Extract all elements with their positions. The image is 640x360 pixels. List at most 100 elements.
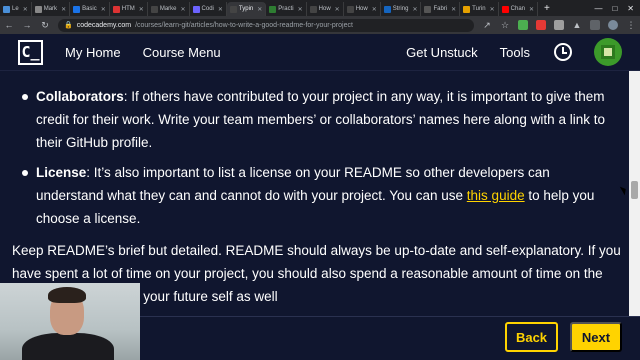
tab-close-icon[interactable]: ✕: [101, 6, 106, 13]
tab-favicon-icon: [3, 5, 10, 13]
browser-tab[interactable]: Codi ✕: [190, 2, 227, 16]
webcam-overlay: [0, 283, 140, 360]
tab-label: Chan: [510, 6, 525, 12]
back-arrow-icon[interactable]: ←: [4, 20, 14, 30]
back-button[interactable]: Back: [505, 322, 558, 352]
next-button[interactable]: Next: [570, 322, 622, 352]
sidebar-icon[interactable]: [590, 20, 600, 30]
browser-tab[interactable]: Marke ✕: [148, 2, 190, 16]
minimize-icon[interactable]: —: [594, 4, 602, 13]
browser-tab[interactable]: Fabri ✕: [421, 2, 461, 16]
browser-tab[interactable]: How ✕: [307, 2, 344, 16]
profile-avatar[interactable]: [608, 20, 618, 30]
tab-close-icon[interactable]: ✕: [451, 6, 456, 13]
tab-favicon-icon: [73, 5, 81, 13]
user-avatar[interactable]: [594, 38, 622, 66]
get-unstuck-link[interactable]: Get Unstuck: [406, 45, 478, 60]
reload-icon[interactable]: ↻: [40, 20, 50, 31]
presenter-hair: [48, 287, 86, 303]
tab-favicon-icon: [383, 5, 391, 13]
browser-tab[interactable]: How ✕: [344, 2, 381, 16]
tab-close-icon[interactable]: ✕: [335, 6, 340, 13]
tab-favicon-icon: [309, 5, 317, 13]
tab-favicon-icon: [463, 5, 471, 13]
tab-favicon-icon: [424, 5, 432, 13]
tab-label: Typin: [238, 6, 254, 12]
url-field[interactable]: 🔒 codecademy.com/courses/learn-git/artic…: [58, 18, 474, 32]
tab-close-icon[interactable]: ✕: [490, 6, 495, 13]
tab-label: Codi: [201, 6, 214, 12]
tab-close-icon[interactable]: ✕: [139, 6, 144, 13]
extension-icon[interactable]: [518, 20, 528, 30]
browser-tab[interactable]: String ✕: [381, 2, 422, 16]
browser-tab[interactable]: Typin ✕: [226, 2, 267, 16]
tab-favicon-icon: [112, 5, 120, 13]
course-menu-link[interactable]: Course Menu: [143, 45, 221, 60]
browser-tab-strip: Le ✕ Mark ✕ Basic ✕ HTM ✕ Marke ✕ Codi ✕ Typin ✕ Pract…: [0, 0, 640, 16]
tab-favicon-icon: [150, 5, 158, 13]
bullet-title: Collaborators: [36, 89, 124, 104]
codecademy-logo[interactable]: C_: [18, 39, 43, 65]
window-controls: — □ ✕: [594, 0, 640, 16]
tab-label: HTM: [121, 6, 135, 12]
tab-favicon-icon: [346, 5, 354, 13]
browser-tab[interactable]: Chan ✕: [499, 2, 539, 16]
share-icon[interactable]: ↗: [482, 20, 492, 31]
tab-close-icon[interactable]: ✕: [372, 6, 377, 13]
presenter-shoulders: [22, 333, 114, 360]
tab-close-icon[interactable]: ✕: [412, 6, 417, 13]
alarm-clock-icon[interactable]: [554, 43, 572, 61]
tab-label: Le: [12, 6, 19, 12]
browser-tab[interactable]: Mark ✕: [32, 2, 71, 16]
bullet-title: License: [36, 165, 87, 180]
tab-close-icon[interactable]: ✕: [529, 6, 534, 13]
url-host: codecademy.com: [76, 21, 132, 29]
article-content: Collaborators: If others have contribute…: [0, 71, 629, 316]
browser-tab[interactable]: Turin ✕: [460, 2, 499, 16]
tab-close-icon[interactable]: ✕: [298, 6, 303, 13]
puzzle-extensions-icon[interactable]: ▲: [572, 20, 582, 30]
extension-icon[interactable]: [536, 20, 546, 30]
readme-sections-list: Collaborators: If others have contribute…: [22, 85, 616, 237]
tab-close-icon[interactable]: ✕: [181, 6, 186, 13]
maximize-icon[interactable]: □: [612, 4, 617, 13]
tab-favicon-icon: [34, 5, 42, 13]
site-header: C_ My Home Course Menu Get Unstuck Tools: [0, 34, 640, 71]
tab-label: How: [318, 6, 331, 12]
tab-favicon-icon: [192, 5, 200, 13]
tab-favicon-icon: [229, 5, 237, 13]
tab-label: Practi: [278, 6, 294, 12]
this-guide-link[interactable]: this guide: [467, 188, 525, 203]
url-path: /courses/learn-git/articles/how-to-write…: [135, 21, 353, 29]
tab-label: Marke: [159, 6, 177, 12]
list-item-license: License: It’s also important to list a l…: [22, 161, 616, 230]
tab-favicon-icon: [269, 5, 277, 13]
scrollbar-thumb[interactable]: [631, 181, 638, 199]
tab-label: Mark: [43, 6, 58, 12]
extension-icon[interactable]: [554, 20, 564, 30]
tools-link[interactable]: Tools: [500, 45, 530, 60]
page-scrollbar[interactable]: [629, 71, 640, 316]
tab-close-icon[interactable]: ✕: [218, 6, 223, 13]
my-home-link[interactable]: My Home: [65, 45, 121, 60]
tab-label: How: [355, 6, 368, 12]
tab-label: Basic: [82, 6, 97, 12]
browser-tab[interactable]: Le ✕: [0, 2, 32, 16]
tab-favicon-icon: [501, 5, 509, 13]
new-tab-button[interactable]: +: [538, 3, 556, 14]
close-window-icon[interactable]: ✕: [627, 4, 634, 13]
list-item-collaborators: Collaborators: If others have contribute…: [22, 85, 616, 154]
tab-close-icon[interactable]: ✕: [61, 6, 66, 13]
lock-icon: 🔒: [64, 22, 73, 29]
kebab-menu-icon[interactable]: ⋮: [626, 20, 636, 31]
tab-label: String: [392, 6, 409, 12]
tab-close-icon[interactable]: ✕: [257, 6, 262, 13]
bookmark-star-icon[interactable]: ☆: [500, 20, 510, 31]
browser-tab[interactable]: Practi ✕: [266, 2, 307, 16]
tab-label: Turin: [472, 6, 486, 12]
forward-arrow-icon[interactable]: →: [22, 20, 32, 30]
browser-tab[interactable]: Basic ✕: [70, 2, 110, 16]
tab-close-icon[interactable]: ✕: [23, 6, 28, 13]
tab-label: Fabri: [433, 6, 448, 12]
browser-tab[interactable]: HTM ✕: [110, 2, 148, 16]
